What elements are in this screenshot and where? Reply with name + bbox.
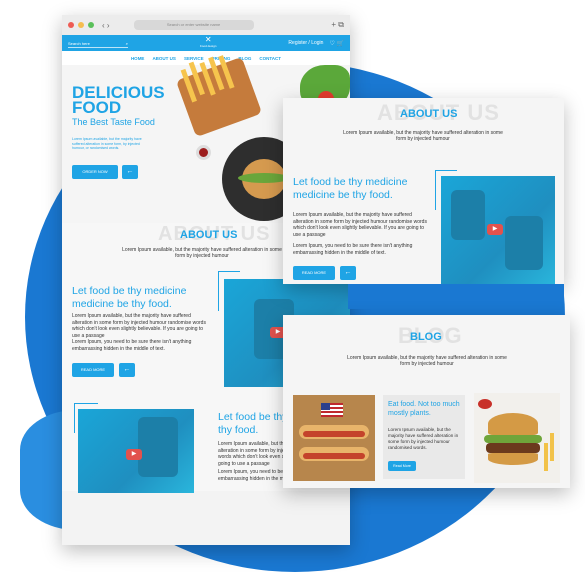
blog-subtitle: Lorem Ipsum available, but the majority … xyxy=(347,355,507,367)
nav-contact[interactable]: CONTACT xyxy=(259,56,281,61)
blog-card-title[interactable]: Eat food. Not too much mostly plants. xyxy=(388,401,462,418)
video-thumbnail[interactable]: ▶ xyxy=(78,409,194,493)
browser-chrome: ‹ › Search or enter website name + ⧉ xyxy=(62,15,350,35)
about-headline: Let food be thy medicine medicine be thy… xyxy=(72,285,187,310)
read-more-button[interactable]: READ MORE xyxy=(72,363,114,377)
hero-title: DELICIOUS FOOD xyxy=(72,83,165,117)
nav-about[interactable]: ABOUT US xyxy=(152,56,176,61)
about-title: ABOUT US xyxy=(180,229,238,241)
blog-title: BLOG xyxy=(410,331,442,343)
new-tab-icon[interactable]: + ⧉ xyxy=(331,20,344,30)
video-thumbnail[interactable]: ▶ xyxy=(441,176,555,284)
blog-panel: BLOG BLOG Lorem Ipsum available, but the… xyxy=(283,315,570,488)
search-icon[interactable]: ⌕ xyxy=(126,39,128,47)
register-login-link[interactable]: Register / Login xyxy=(288,40,323,46)
arrow-left-icon[interactable]: ← xyxy=(122,165,138,179)
accent-stripe xyxy=(348,284,564,309)
minimize-dot-icon[interactable] xyxy=(78,22,84,28)
search-input[interactable]: Search here ⌕ xyxy=(68,39,128,48)
blog-read-more-button[interactable]: Read More xyxy=(388,461,416,471)
blog-card-body: Lorem Ipsum available, but the majority … xyxy=(388,427,459,450)
arrow-left-icon[interactable]: ← xyxy=(119,363,135,377)
hero-body: Lorem Ipsum available, but the majority … xyxy=(72,137,142,150)
about-body-1: Lorem Ipsum available, but the majority … xyxy=(72,313,206,339)
logo-text: Food design xyxy=(199,44,217,48)
order-now-button[interactable]: ORDER NOW xyxy=(72,165,118,179)
nav-arrows-icon[interactable]: ‹ › xyxy=(102,21,110,30)
burger-image[interactable] xyxy=(474,393,560,483)
hotdog-image[interactable] xyxy=(293,395,375,481)
address-bar[interactable]: Search or enter website name xyxy=(133,20,254,30)
about-subtitle: Lorem Ipsum available, but the majority … xyxy=(122,247,282,259)
site-logo[interactable]: ✕ Food design xyxy=(200,36,217,50)
main-nav: HOME ABOUT US SERVICE PRICING BLOG CONTA… xyxy=(62,51,350,65)
fries-image xyxy=(175,55,263,138)
about-body-2: Lorem Ipsum, you need to be sure there i… xyxy=(293,243,413,256)
arrow-left-icon[interactable]: ← xyxy=(340,266,356,280)
about-body-1: Lorem Ipsum available, but the majority … xyxy=(293,212,427,238)
hero-subtitle: The Best Taste Food xyxy=(72,117,155,127)
site-topbar: Search here ⌕ ✕ Food design Register / L… xyxy=(62,35,350,51)
flag-icon xyxy=(321,403,343,417)
cart-icon[interactable]: ♡ 🛒 xyxy=(329,40,344,47)
about-panel: ABOUT US ABOUT US Lorem Ipsum available,… xyxy=(283,98,564,284)
search-placeholder: Search here xyxy=(68,40,90,46)
blog-card[interactable]: Eat food. Not too much mostly plants. Lo… xyxy=(383,395,465,479)
nav-home[interactable]: HOME xyxy=(131,56,145,61)
about-title: ABOUT US xyxy=(400,108,458,120)
play-icon[interactable]: ▶ xyxy=(487,224,503,235)
maximize-dot-icon[interactable] xyxy=(88,22,94,28)
about-subtitle: Lorem Ipsum available, but the majority … xyxy=(343,130,503,142)
about-headline: Let food be thy medicine medicine be thy… xyxy=(293,176,408,201)
about-body-2: Lorem Ipsum, you need to be sure there i… xyxy=(72,339,192,352)
play-icon[interactable]: ▶ xyxy=(126,449,142,460)
read-more-button[interactable]: READ MORE xyxy=(293,266,335,280)
sauce-image xyxy=(196,145,211,160)
close-dot-icon[interactable] xyxy=(68,22,74,28)
nav-service[interactable]: SERVICE xyxy=(184,56,204,61)
